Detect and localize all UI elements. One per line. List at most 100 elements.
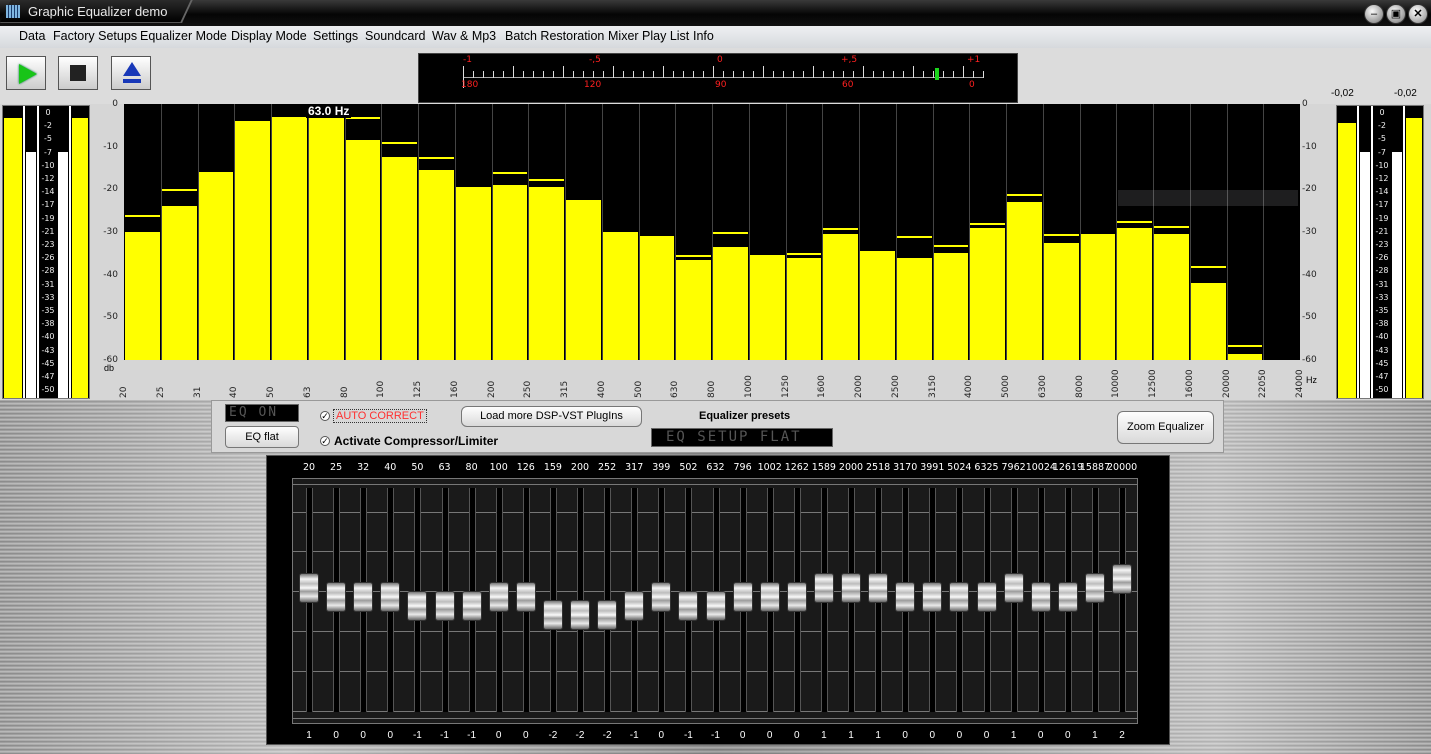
eq-slider-knob[interactable] [380, 582, 401, 612]
menu-data[interactable]: Data [19, 29, 45, 43]
eq-slider-knob[interactable] [868, 573, 889, 603]
vu-scale-label: -43 [41, 345, 55, 355]
presets-label: Equalizer presets [699, 410, 791, 422]
tooltip-ghost [1118, 190, 1298, 206]
spectrum-peak [1007, 193, 1042, 196]
hz-tick-label: 400 [596, 380, 607, 398]
spectrum-bar [1117, 227, 1152, 360]
spectrum-peak [235, 121, 270, 124]
eq-slider-knob[interactable] [624, 591, 645, 621]
eq-band-gain: 0 [333, 730, 339, 741]
spectrum-bar [308, 114, 344, 360]
eq-slider-knob[interactable] [759, 582, 780, 612]
eq-slider-knob[interactable] [461, 591, 482, 621]
phase-tick [633, 71, 634, 78]
eq-band-gain: 2 [1119, 730, 1125, 741]
eq-band-frequency: 1589 [811, 462, 836, 473]
phase-tick [663, 66, 664, 78]
eq-slider-knob[interactable] [949, 582, 970, 612]
vu-scale-label: -5 [1378, 134, 1386, 144]
vu-scale-label: -45 [1375, 358, 1389, 368]
phase-tick [603, 71, 604, 78]
eq-band-frequency: 252 [598, 462, 617, 473]
eject-button[interactable] [111, 56, 151, 90]
db-tick-left: -50 [103, 312, 118, 323]
phase-bottom-label: 180 [461, 80, 479, 90]
eq-slider-knob[interactable] [786, 582, 807, 612]
play-button[interactable] [6, 56, 46, 90]
spectrum-peak [492, 172, 528, 175]
eq-slider-knob[interactable] [705, 591, 726, 621]
eq-slider-knob[interactable] [570, 600, 590, 630]
vu-scale-label: -21 [41, 226, 55, 236]
preset-lcd[interactable]: EQ SETUP FLAT [651, 428, 833, 447]
auto-correct-checkbox[interactable]: ✓ [320, 411, 330, 421]
hz-tick-label: 20 [119, 386, 129, 398]
eq-slider-knob[interactable] [542, 600, 563, 630]
phase-tick [483, 71, 484, 78]
eq-slider-knob[interactable] [434, 591, 455, 621]
spectrum-bar [455, 189, 491, 360]
spectrum-bar [1007, 202, 1042, 360]
spectrum-peak [125, 214, 160, 217]
eq-band-gain: 0 [495, 730, 502, 741]
eq-flat-button[interactable]: EQ flat [225, 426, 299, 448]
stop-icon [70, 65, 86, 81]
eq-slider-knob[interactable] [1003, 573, 1024, 603]
eq-slider-track[interactable] [1119, 488, 1126, 712]
spectrum-analyzer[interactable] [124, 104, 1300, 360]
hz-tick-label: 315 [560, 380, 570, 398]
eq-status-lcd: EQ ON [225, 404, 299, 422]
vu-meter-left: 0 -2 -5 -7 -10 -12 -14 -17 -19 -21 -23 -26 -28 -31 -33… [2, 105, 90, 399]
close-icon[interactable]: ✕ [1408, 4, 1428, 24]
eq-band-frequency: 10024 [1025, 462, 1056, 473]
stop-button[interactable] [58, 56, 98, 90]
eq-slider-knob[interactable] [922, 582, 943, 612]
eq-slider-knob[interactable] [353, 582, 374, 612]
title-bar[interactable] [0, 0, 1431, 26]
menu-mixer-play-list[interactable]: Mixer Play List [608, 29, 689, 43]
vu-scale-label: -35 [1375, 306, 1389, 315]
eq-slider-knob[interactable] [976, 582, 997, 612]
eq-slider-knob[interactable] [651, 582, 672, 612]
vu-scale-label: -23 [41, 240, 55, 249]
eq-slider-knob[interactable] [841, 573, 861, 603]
eq-band-gain: 0 [983, 730, 990, 741]
eq-slider-knob[interactable] [299, 573, 319, 603]
vu-scale-label: -14 [1375, 187, 1389, 197]
hz-unit-label: Hz [1306, 375, 1317, 385]
eq-slider-knob[interactable] [813, 573, 834, 603]
db-tick-left: -30 [103, 227, 118, 237]
eq-slider-knob[interactable] [732, 582, 753, 612]
menu-batch-restoration[interactable]: Batch Restoration [505, 29, 604, 43]
menu-display-mode[interactable]: Display Mode [231, 29, 307, 43]
menu-info[interactable]: Info [693, 29, 714, 43]
compressor-checkbox[interactable]: ✓ [320, 436, 330, 446]
eq-band-gain: 0 [1037, 730, 1044, 741]
eq-slider-knob[interactable] [488, 582, 509, 612]
eq-slider-knob[interactable] [1057, 582, 1078, 612]
eq-slider-knob[interactable] [1084, 573, 1105, 603]
eq-slider-knob[interactable] [1030, 582, 1051, 612]
phase-tick [893, 71, 894, 78]
load-plugins-button[interactable]: Load more DSP-VST PlugIns [461, 406, 642, 427]
menu-soundcard[interactable]: Soundcard [365, 29, 425, 43]
spectrum-peak [1154, 225, 1189, 228]
eq-slider-knob[interactable] [895, 582, 916, 612]
menu-wav-mp3[interactable]: Wav & Mp3 [432, 29, 496, 43]
menu-settings[interactable]: Settings [313, 29, 358, 43]
eq-slider-knob[interactable] [515, 582, 536, 612]
eq-slider-knob[interactable] [407, 591, 428, 621]
eq-band-frequency: 632 [706, 462, 725, 473]
menu-equalizer-mode[interactable]: Equalizer Mode [140, 29, 227, 43]
spectrum-bar [566, 202, 601, 360]
eq-slider-knob[interactable] [597, 600, 618, 630]
minimize-icon[interactable]: – [1364, 4, 1384, 24]
eq-slider-knob[interactable] [326, 582, 347, 612]
eq-slider-knob[interactable] [678, 591, 699, 621]
maximize-icon[interactable]: ▣ [1386, 4, 1406, 24]
eq-band-gain: -1 [440, 730, 449, 741]
zoom-equalizer-button[interactable]: Zoom Equalizer [1117, 411, 1214, 444]
menu-factory-setups[interactable]: Factory Setups [53, 29, 137, 43]
eq-slider-knob[interactable] [1112, 564, 1132, 594]
